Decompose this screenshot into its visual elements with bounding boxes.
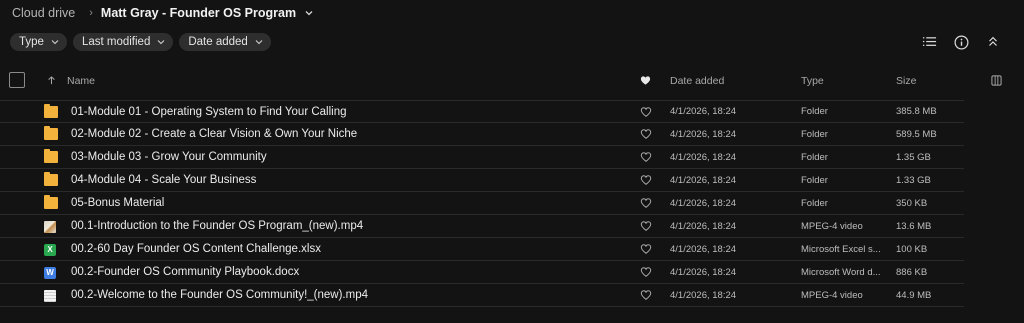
- breadcrumb-separator-icon: ›: [89, 7, 93, 19]
- size-cell: 44.9 MB: [896, 289, 932, 301]
- breadcrumb-current-folder[interactable]: Matt Gray - Founder OS Program: [101, 6, 296, 20]
- excel-file-icon: X: [44, 243, 56, 256]
- column-settings-icon[interactable]: [991, 68, 1002, 93]
- filter-bar: Type Last modified Date added: [10, 33, 271, 51]
- file-name[interactable]: 00.2-60 Day Founder OS Content Challenge…: [71, 243, 321, 255]
- date-added-cell: 4/1/2026, 18:24: [670, 128, 737, 140]
- file-row[interactable]: 02-Module 02 - Create a Clear Vision & O…: [0, 123, 964, 146]
- size-cell: 589.5 MB: [896, 128, 937, 140]
- date-added-cell: 4/1/2026, 18:24: [670, 266, 737, 278]
- type-cell: Folder: [801, 197, 828, 209]
- file-row[interactable]: 05-Bonus Material 4/1/2026, 18:24 Folder 35…: [0, 192, 964, 215]
- file-row[interactable]: 03-Module 03 - Grow Your Community 4/1/20…: [0, 146, 964, 169]
- chevron-down-icon[interactable]: [304, 8, 314, 18]
- size-cell: 385.8 MB: [896, 106, 937, 117]
- collapse-icon[interactable]: [984, 33, 1002, 51]
- size-cell: 13.6 MB: [896, 220, 932, 232]
- type-cell: Microsoft Word d...: [801, 266, 881, 278]
- filter-type[interactable]: Type: [10, 33, 67, 51]
- folder-icon: [44, 172, 58, 186]
- column-header-type[interactable]: Type: [801, 68, 824, 93]
- file-name[interactable]: 00.2-Founder OS Community Playbook.docx: [71, 266, 299, 278]
- filter-label: Date added: [188, 36, 248, 48]
- type-cell: Folder: [801, 128, 828, 140]
- type-cell: Folder: [801, 174, 828, 186]
- file-row[interactable]: 01-Module 01 - Operating System to Find …: [0, 100, 964, 123]
- chevron-down-icon: [51, 40, 59, 45]
- size-cell: 1.35 GB: [896, 151, 931, 163]
- file-row[interactable]: 00.1-Introduction to the Founder OS Prog…: [0, 215, 964, 238]
- file-name[interactable]: 03-Module 03 - Grow Your Community: [71, 151, 267, 163]
- breadcrumb: Cloud drive › Matt Gray - Founder OS Pro…: [0, 0, 314, 26]
- file-row[interactable]: X 00.2-60 Day Founder OS Content Challeng…: [0, 238, 964, 261]
- chevron-down-icon: [255, 40, 263, 45]
- favourite-heart-icon[interactable]: [640, 266, 652, 278]
- date-added-cell: 4/1/2026, 18:24: [670, 151, 737, 163]
- favourite-heart-icon[interactable]: [640, 106, 652, 118]
- filter-label: Last modified: [81, 36, 151, 48]
- file-row[interactable]: 00.2-Welcome to the Founder OS Community…: [0, 284, 964, 307]
- select-all-checkbox[interactable]: [9, 72, 25, 88]
- view-toolbar: [920, 33, 1002, 51]
- list-view-icon[interactable]: [920, 33, 938, 51]
- video-thumbnail-icon: [44, 220, 56, 233]
- sort-arrow-up-icon[interactable]: [47, 68, 56, 93]
- size-cell: 886 KB: [896, 266, 928, 278]
- filter-last-modified[interactable]: Last modified: [72, 33, 174, 51]
- file-name[interactable]: 02-Module 02 - Create a Clear Vision & O…: [71, 128, 357, 140]
- word-file-icon: W: [44, 266, 56, 279]
- favourite-heart-icon[interactable]: [640, 289, 652, 301]
- filter-date-added[interactable]: Date added: [179, 33, 271, 51]
- type-cell: Folder: [801, 151, 828, 163]
- favourite-heart-icon[interactable]: [640, 128, 652, 140]
- file-name[interactable]: 04-Module 04 - Scale Your Business: [71, 174, 256, 186]
- type-cell: Folder: [801, 106, 828, 117]
- date-added-cell: 4/1/2026, 18:24: [670, 289, 737, 301]
- folder-icon: [44, 126, 58, 140]
- date-added-cell: 4/1/2026, 18:24: [670, 197, 737, 209]
- favourite-heart-icon[interactable]: [640, 197, 652, 209]
- file-name[interactable]: 01-Module 01 - Operating System to Find …: [71, 106, 347, 118]
- file-name[interactable]: 05-Bonus Material: [71, 197, 164, 209]
- folder-icon: [44, 195, 58, 209]
- column-header-date-added[interactable]: Date added: [670, 68, 724, 93]
- size-cell: 350 KB: [896, 197, 928, 209]
- table-header: Name Date added Type Size: [0, 68, 1024, 93]
- column-header-name[interactable]: Name: [67, 68, 95, 93]
- date-added-cell: 4/1/2026, 18:24: [670, 106, 737, 117]
- filter-label: Type: [19, 36, 44, 48]
- video-thumbnail-icon: [44, 289, 56, 302]
- favourite-heart-icon[interactable]: [640, 243, 652, 255]
- favourite-heart-icon[interactable]: [640, 151, 652, 163]
- type-cell: MPEG-4 video: [801, 220, 863, 232]
- size-cell: 100 KB: [896, 243, 928, 255]
- info-icon[interactable]: [952, 33, 970, 51]
- type-cell: MPEG-4 video: [801, 289, 863, 301]
- favourite-heart-icon[interactable]: [640, 174, 652, 186]
- date-added-cell: 4/1/2026, 18:24: [670, 174, 737, 186]
- file-row[interactable]: 04-Module 04 - Scale Your Business 4/1/20…: [0, 169, 964, 192]
- folder-icon: [44, 104, 58, 118]
- favourite-heart-icon[interactable]: [640, 220, 652, 232]
- file-name[interactable]: 00.2-Welcome to the Founder OS Community…: [71, 289, 368, 301]
- file-name[interactable]: 00.1-Introduction to the Founder OS Prog…: [71, 220, 363, 232]
- breadcrumb-root-link[interactable]: Cloud drive: [12, 6, 75, 20]
- file-row[interactable]: W 00.2-Founder OS Community Playbook.docx…: [0, 261, 964, 284]
- column-header-size[interactable]: Size: [896, 68, 916, 93]
- file-list: 01-Module 01 - Operating System to Find …: [0, 100, 964, 307]
- type-cell: Microsoft Excel s...: [801, 243, 881, 255]
- chevron-down-icon: [157, 40, 165, 45]
- favourite-column-heart-icon[interactable]: [640, 68, 651, 93]
- folder-icon: [44, 149, 58, 163]
- date-added-cell: 4/1/2026, 18:24: [670, 220, 737, 232]
- date-added-cell: 4/1/2026, 18:24: [670, 243, 737, 255]
- size-cell: 1.33 GB: [896, 174, 931, 186]
